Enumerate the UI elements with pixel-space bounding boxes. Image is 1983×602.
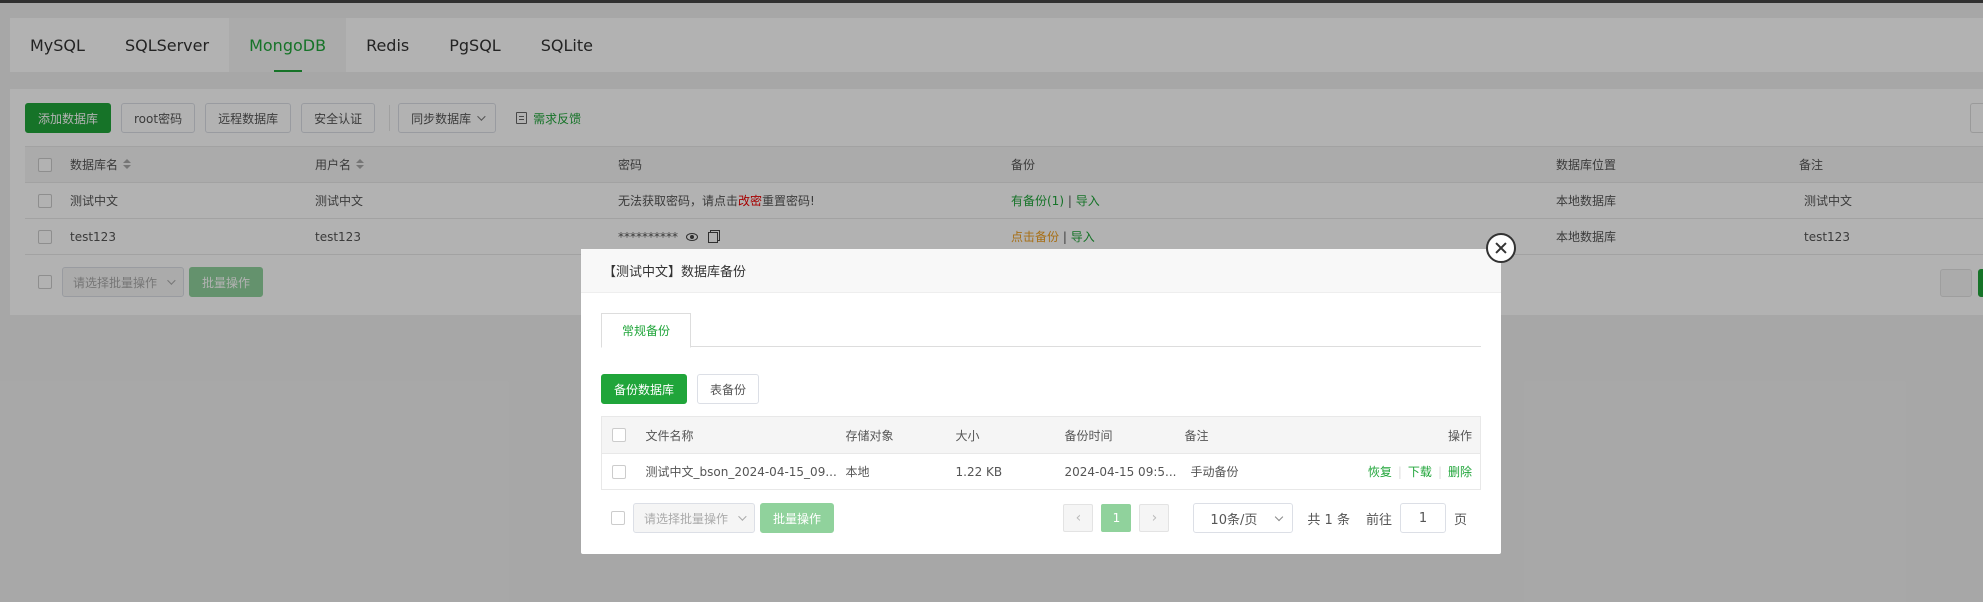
pagination: ‹ 1 › 10条/页 共 1 条 前往 1 页	[1063, 503, 1467, 533]
dialog-tabs: 常规备份	[601, 313, 1481, 348]
backup-size: 1.22 KB	[955, 453, 1065, 490]
column-header-time: 备份时间	[1064, 416, 1185, 454]
backup-storage: 本地	[845, 453, 956, 490]
backup-dialog: 【测试中文】数据库备份 常规备份 备份数据库 表备份 文件名称 存储对象 大小 …	[581, 249, 1501, 554]
goto-page-input[interactable]: 1	[1399, 503, 1446, 533]
dialog-batch-bar: 请选择批量操作 批量操作 ‹ 1 › 10条/页 共 1 条 前往 1 页	[601, 503, 1481, 533]
row-checkbox[interactable]	[612, 464, 626, 479]
select-all-checkbox[interactable]	[612, 428, 626, 443]
page-prev-button[interactable]: ‹	[1063, 504, 1094, 532]
column-header-size: 大小	[955, 416, 1065, 454]
backup-time: 2024-04-15 09:5...	[1064, 453, 1185, 490]
batch-select-checkbox[interactable]	[611, 511, 625, 525]
chevron-down-icon	[1275, 512, 1284, 522]
delete-link[interactable]: 删除	[1448, 465, 1472, 479]
download-link[interactable]: 下载	[1408, 465, 1432, 479]
chevron-down-icon	[738, 512, 747, 521]
table-header-row: 文件名称 存储对象 大小 备份时间 备注 操作	[601, 416, 1481, 454]
backup-remark[interactable]: 手动备份	[1184, 453, 1335, 490]
backup-ops: 恢复 | 下载 | 删除	[1334, 453, 1481, 490]
dialog-title: 【测试中文】数据库备份	[581, 249, 1501, 293]
dialog-toolbar: 备份数据库 表备份	[601, 374, 769, 404]
goto-prefix: 前往	[1365, 512, 1392, 528]
tab-regular-backup[interactable]: 常规备份	[601, 313, 692, 348]
total-count: 共 1 条	[1307, 512, 1350, 528]
table-backup-button[interactable]: 表备份	[697, 374, 760, 404]
column-header-storage: 存储对象	[845, 416, 956, 454]
batch-operation-button[interactable]: 批量操作	[760, 503, 835, 533]
page-next-button[interactable]: ›	[1139, 504, 1170, 532]
page-current-button[interactable]: 1	[1101, 504, 1132, 532]
batch-operation-select[interactable]: 请选择批量操作	[633, 503, 756, 533]
restore-link[interactable]: 恢复	[1368, 465, 1392, 479]
backup-table: 文件名称 存储对象 大小 备份时间 备注 操作 测试中文_bson_2024-0…	[601, 416, 1481, 490]
page-size-select[interactable]: 10条/页	[1193, 503, 1294, 533]
column-header-ops: 操作	[1334, 416, 1481, 454]
column-header-filename: 文件名称	[645, 416, 846, 454]
backup-filename: 测试中文_bson_2024-04-15_09...	[645, 453, 846, 490]
backup-database-button[interactable]: 备份数据库	[601, 374, 688, 404]
table-row: 测试中文_bson_2024-04-15_09... 本地 1.22 KB 20…	[601, 453, 1481, 490]
goto-suffix: 页	[1453, 512, 1467, 528]
close-dialog-button[interactable]	[1486, 233, 1516, 263]
column-header-remark: 备注	[1184, 416, 1335, 454]
